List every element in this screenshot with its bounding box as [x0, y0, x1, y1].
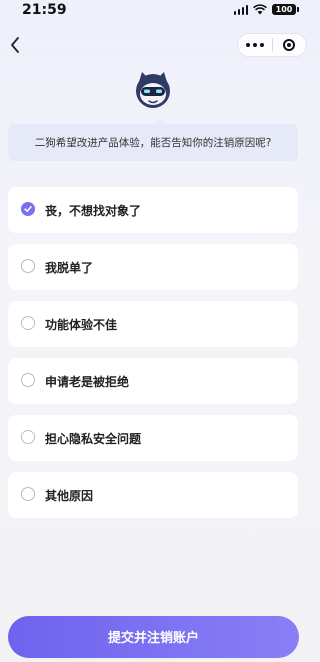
reason-option-3[interactable]: 申请老是被拒绝 [8, 358, 298, 404]
reason-options-list: 丧，不想找对象了 我脱单了 功能体验不佳 申请老是被拒绝 担心隐私安全问题 其他… [8, 187, 298, 529]
wifi-icon [253, 4, 267, 15]
radio-unchecked-icon [21, 316, 35, 330]
status-time: 21:59 [22, 2, 67, 18]
battery-icon: 100 [272, 4, 299, 15]
radio-checked-icon [21, 202, 35, 216]
reason-option-label: 功能体验不佳 [45, 318, 118, 332]
reason-option-2[interactable]: 功能体验不佳 [8, 301, 298, 347]
reason-option-label: 担心隐私安全问题 [45, 432, 142, 446]
reason-option-label: 丧，不想找对象了 [45, 204, 142, 218]
radio-unchecked-icon [21, 259, 35, 273]
back-button[interactable] [4, 32, 28, 58]
reason-option-label: 申请老是被拒绝 [45, 375, 130, 389]
prompt-text: 二狗希望改进产品体验，能否告知你的注销原因呢? [34, 137, 272, 149]
signal-icon [233, 4, 248, 15]
more-dots-icon [245, 43, 264, 47]
chevron-left-icon [11, 37, 19, 53]
more-button[interactable] [238, 34, 272, 56]
robot-cat-mascot-icon [133, 70, 173, 110]
reason-option-label: 我脱单了 [45, 261, 94, 275]
status-icons: 100 [233, 4, 299, 15]
close-button[interactable] [273, 34, 307, 56]
reason-option-label: 其他原因 [45, 489, 94, 503]
mini-program-capsule [237, 33, 307, 57]
status-bar: 21:59 100 [0, 0, 314, 22]
reason-option-1[interactable]: 我脱单了 [8, 244, 298, 290]
radio-unchecked-icon [21, 487, 35, 501]
radio-unchecked-icon [21, 373, 35, 387]
reason-option-4[interactable]: 担心隐私安全问题 [8, 415, 298, 461]
radio-unchecked-icon [21, 430, 35, 444]
target-icon [283, 39, 296, 51]
prompt-bubble: 二狗希望改进产品体验，能否告知你的注销原因呢? [8, 118, 298, 161]
reason-option-0[interactable]: 丧，不想找对象了 [8, 187, 298, 233]
submit-cancel-account-button[interactable]: 提交并注销账户 [8, 616, 299, 658]
reason-option-5[interactable]: 其他原因 [8, 472, 298, 518]
